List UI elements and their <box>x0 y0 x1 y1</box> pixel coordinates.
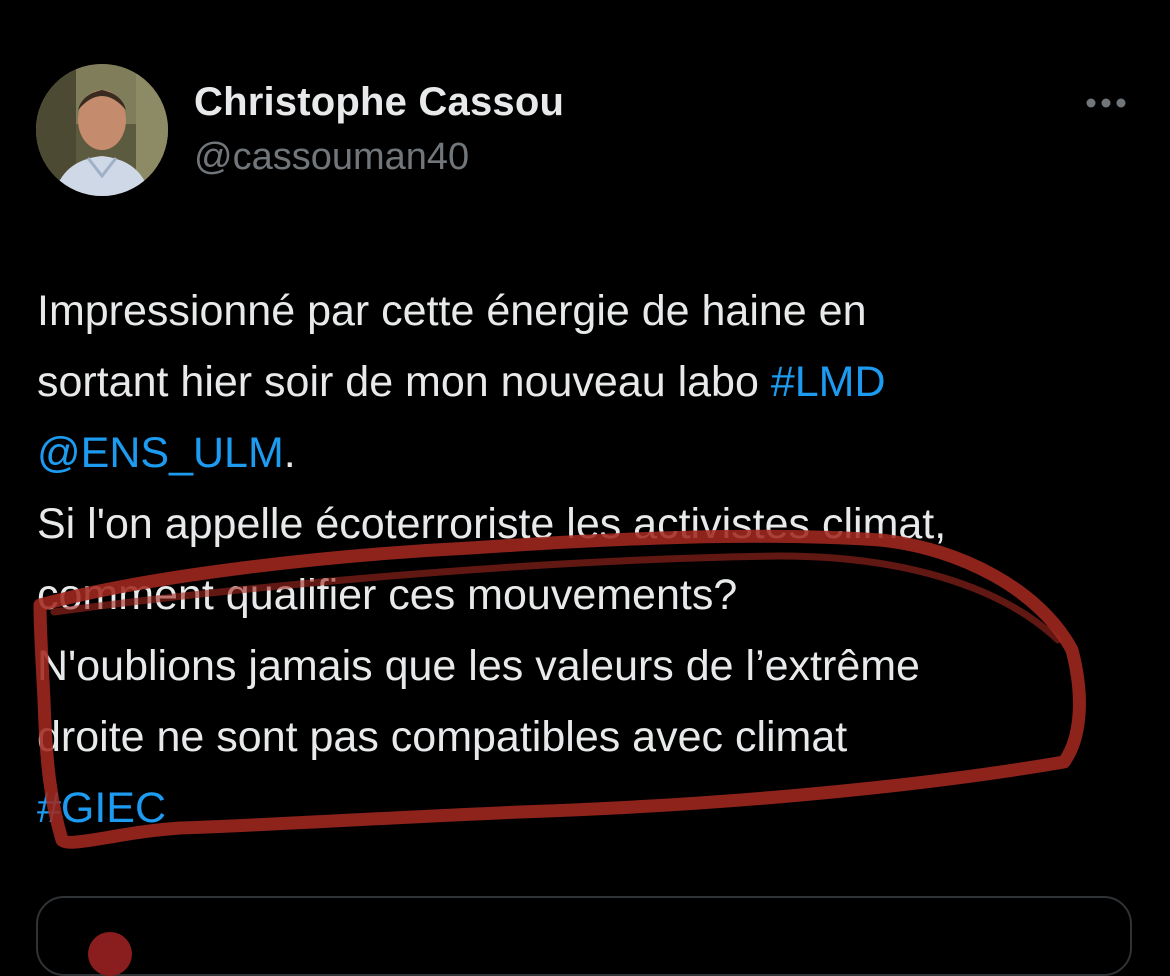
tweet-text-segment: Impressionné par cette énergie de haine … <box>37 287 867 335</box>
tweet-text-line: comment qualifier ces mouvements? <box>37 560 1147 631</box>
tweet-text-line: Si l'on appelle écoterroriste les activi… <box>37 489 1147 560</box>
tweet-text-line: droite ne sont pas compatibles avec clim… <box>37 702 1147 773</box>
mention-link[interactable]: @ENS_ULM <box>37 429 284 477</box>
author-avatar[interactable] <box>36 64 168 196</box>
more-options-button[interactable] <box>1080 86 1132 120</box>
tweet-text-line: N'oublions jamais que les valeurs de l’e… <box>37 631 1147 702</box>
tweet[interactable]: Christophe Cassou @cassouman40 Impressio… <box>0 0 1170 976</box>
tweet-text-segment: sortant hier soir de mon nouveau labo <box>37 358 771 406</box>
tweet-text-line: sortant hier soir de mon nouveau labo #L… <box>37 347 1147 418</box>
author-handle[interactable]: @cassouman40 <box>194 136 469 179</box>
tweet-text-line: @ENS_ULM. <box>37 418 1147 489</box>
tweet-text-segment: . <box>283 429 296 477</box>
hashtag-link[interactable]: #LMD <box>771 358 886 406</box>
tweet-text-segment: droite ne sont pas compatibles avec clim… <box>37 713 848 761</box>
tweet-text-segment: N'oublions jamais que les valeurs de l’e… <box>37 642 920 690</box>
hashtag-link[interactable]: #GIEC <box>37 784 166 832</box>
tweet-text-line: Impressionné par cette énergie de haine … <box>37 276 1147 347</box>
quoted-author-avatar[interactable] <box>88 932 132 976</box>
quoted-tweet-card[interactable] <box>36 896 1132 976</box>
tweet-text-segment: Si l'on appelle écoterroriste les activi… <box>37 500 947 548</box>
tweet-text: Impressionné par cette énergie de haine … <box>37 276 1147 844</box>
more-horizontal-icon <box>1086 98 1126 108</box>
author-display-name[interactable]: Christophe Cassou <box>194 80 564 125</box>
tweet-text-line: #GIEC <box>37 773 1147 844</box>
tweet-text-segment: comment qualifier ces mouvements? <box>37 571 738 619</box>
